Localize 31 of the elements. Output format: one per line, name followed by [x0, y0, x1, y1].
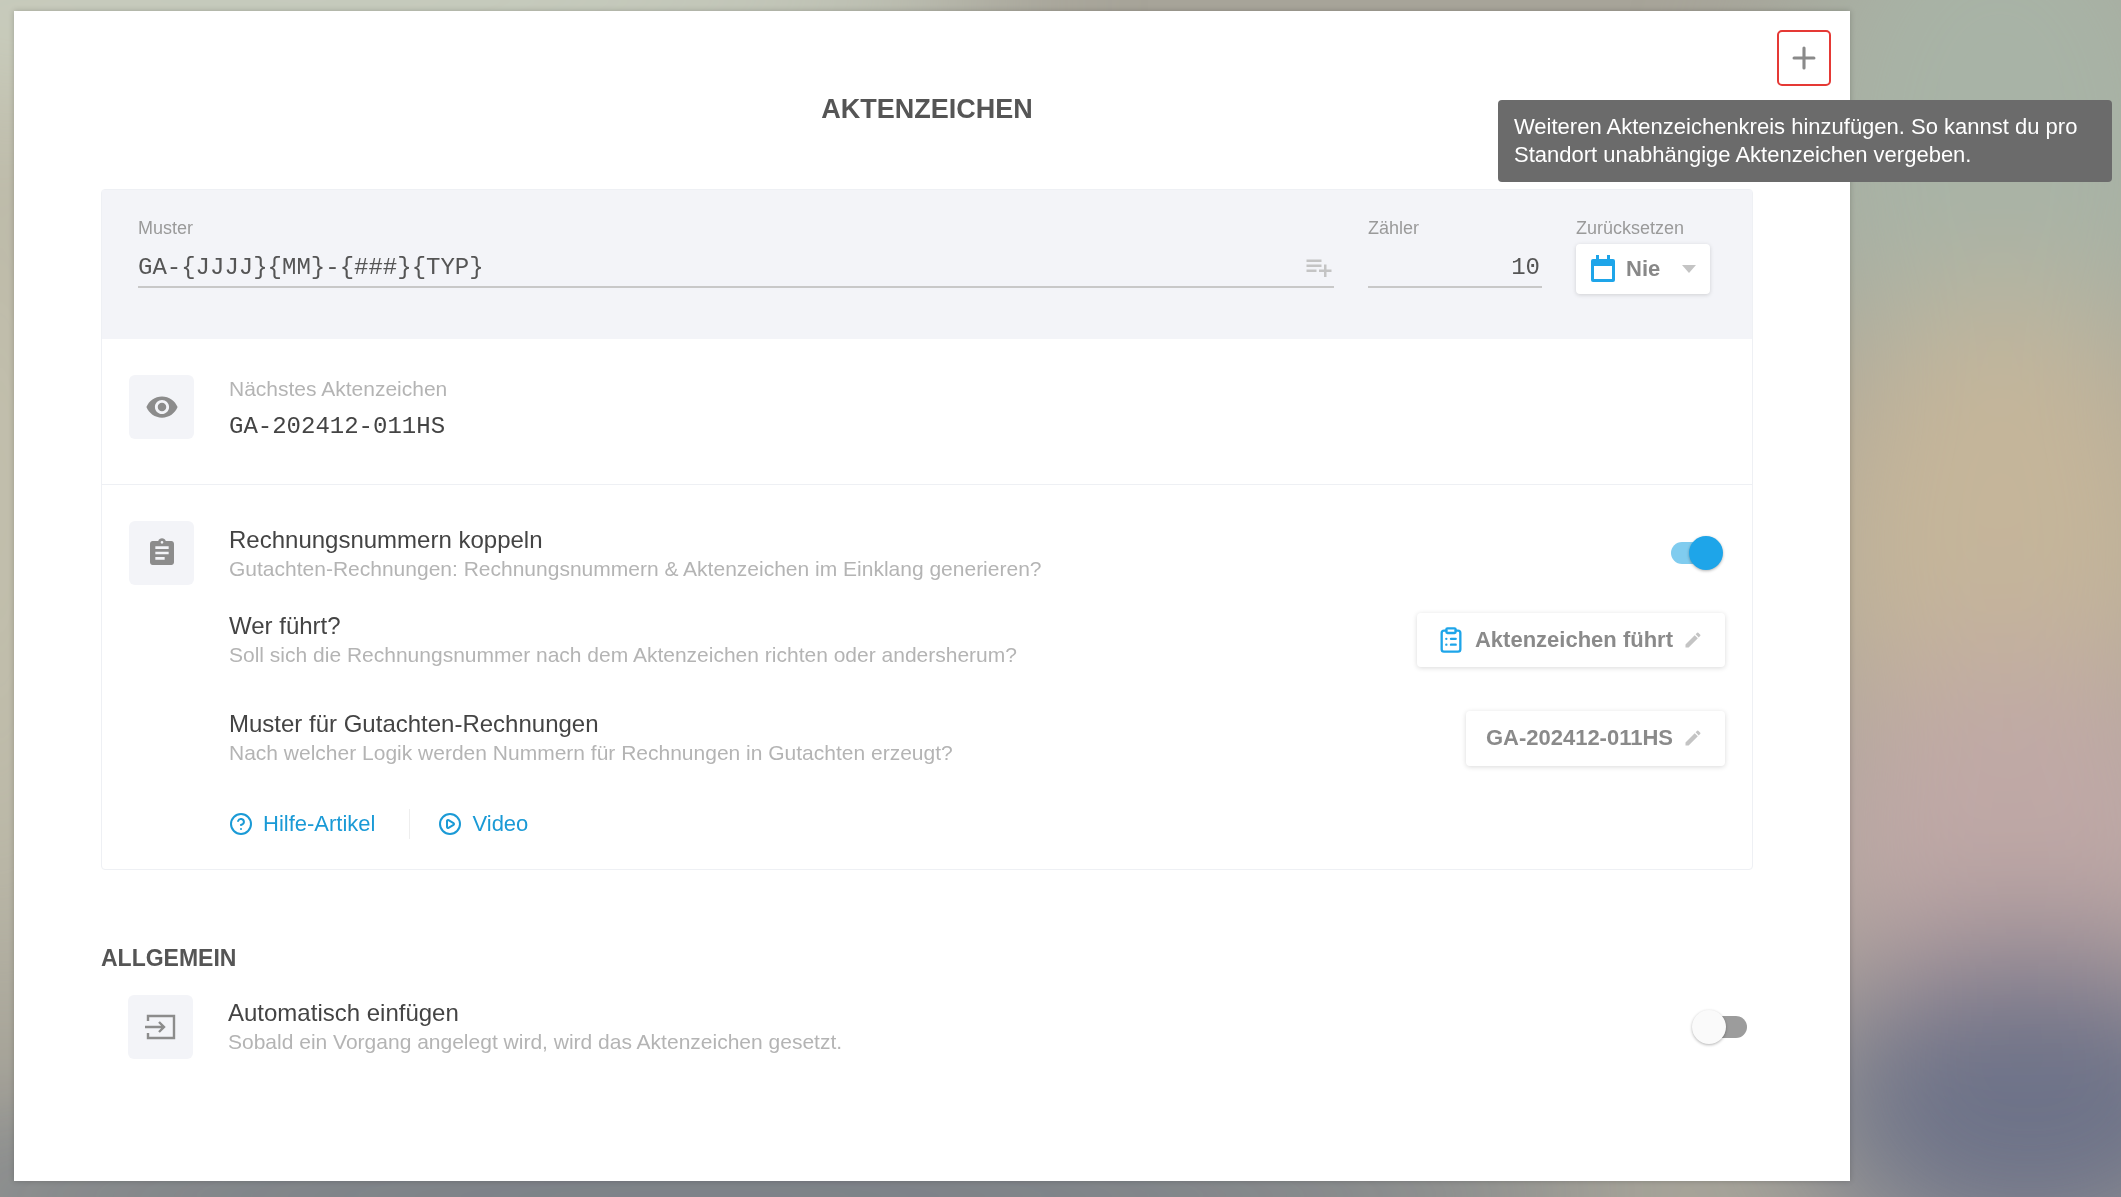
pattern-field[interactable]: GA-{JJJJ}{MM}-{###}{TYP} — [138, 248, 1334, 288]
next-number: GA-202412-011HS — [229, 412, 447, 442]
setting-description: Gutachten-Rechnungen: Rechnungsnummern & Aktenzeichen im Einklang generieren? — [229, 556, 1043, 582]
field-label: Muster — [138, 217, 194, 240]
setting-description: Sobald ein Vorgang angelegt wird, wird das Aktenzeichen gesetzt. — [228, 1029, 844, 1055]
enter-icon — [143, 1012, 178, 1042]
setting-title: Rechnungsnummern koppeln — [229, 525, 544, 555]
setting-title: Muster für Gutachten-Rechnungen — [229, 709, 600, 739]
section-title: AKTENZEICHEN — [820, 93, 1034, 125]
section-title: ALLGEMEIN — [101, 944, 238, 973]
reset-dropdown[interactable]: Nie — [1576, 244, 1711, 294]
help-link[interactable]: Video — [438, 811, 529, 837]
caret-icon — [1682, 265, 1697, 273]
setting-description: Nach welcher Logik werden Nummern für Rechnungen in Gutachten erzeugt? — [229, 740, 954, 766]
help-icon — [229, 812, 253, 836]
help-link[interactable]: Hilfe-Artikel — [229, 811, 376, 837]
play-icon — [438, 812, 463, 836]
add-button[interactable] — [1777, 30, 1831, 86]
calendar-icon — [1590, 255, 1616, 283]
tooltip: Weiteren Aktenzeichenkreis hinzufügen. So kannst du pro Standort unabhängige Aktenzeichen vergeben. — [1498, 100, 2112, 182]
pencil-icon — [1683, 630, 1703, 650]
counter-field[interactable]: 10 — [1368, 248, 1542, 288]
field-label: Zurücksetzen — [1576, 217, 1686, 240]
setting-title: Automatisch einfügen — [228, 998, 460, 1028]
field-label: Zähler — [1368, 217, 1421, 240]
pencil-icon — [1683, 728, 1703, 748]
setting-description: Soll sich die Rechnungsnummer nach dem Aktenzeichen richten oder andersherum? — [229, 642, 1018, 668]
edit-button[interactable]: Aktenzeichen führt — [1416, 613, 1725, 667]
setting-title: Wer führt? — [229, 611, 342, 641]
field-label: Nächstes Aktenzeichen — [229, 376, 449, 402]
edit-button[interactable]: GA-202412-011HS — [1465, 710, 1725, 766]
